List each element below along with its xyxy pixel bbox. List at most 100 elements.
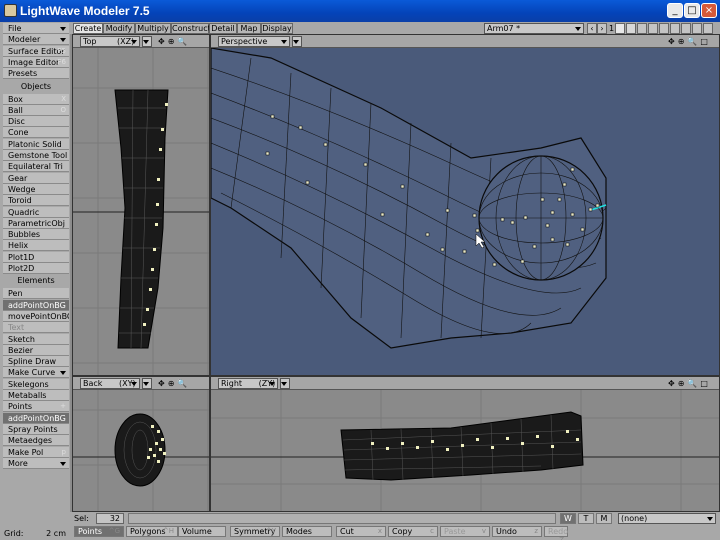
sidebar-item-sketch[interactable]: Sketch <box>3 333 69 345</box>
copy-button[interactable]: Copy c <box>388 526 438 537</box>
viewport-right-nav-icons[interactable]: ✥⊕🔍□ <box>668 379 711 389</box>
sidebar-item-modeler[interactable]: Modeler <box>3 34 69 46</box>
undo-button[interactable]: Undo z <box>492 526 542 537</box>
title-bar[interactable]: LightWave Modeler 7.5 <box>0 0 720 22</box>
sidebar-item-presets[interactable]: Presets <box>3 68 69 80</box>
tab-construct[interactable]: Construct <box>171 23 211 34</box>
layer-slot-4[interactable] <box>648 23 658 34</box>
sidebar-item-addpointonbg[interactable]: addPointOnBG <box>3 299 69 311</box>
sidebar-item-skelegons[interactable]: Skelegons <box>3 378 69 390</box>
cut-button[interactable]: Cut x <box>336 526 386 537</box>
sidebar-item-make-pol[interactable]: Make Pol p <box>3 446 69 458</box>
layer-dropdown[interactable]: Arm07 * <box>484 23 584 34</box>
viewport-top-view-dropdown[interactable]: Top (XZ) <box>80 36 140 47</box>
layer-slot-8[interactable] <box>692 23 702 34</box>
wireframe-toggle[interactable]: W <box>560 513 576 524</box>
sidebar-item-text[interactable]: Text <box>3 322 69 334</box>
viewport-right-view-dropdown[interactable]: Right (ZY) <box>218 378 278 389</box>
sidebar-item-bezier[interactable]: Bezier <box>3 344 69 356</box>
sidebar-item-spline-draw[interactable]: Spline Draw <box>3 356 69 368</box>
prev-layer-icon[interactable]: ‹ <box>587 23 597 34</box>
layer-slot-3[interactable] <box>637 23 647 34</box>
viewport-perspective-mode-dropdown[interactable] <box>292 36 302 47</box>
sidebar-item-pen[interactable]: Pen <box>3 288 69 300</box>
viewport-perspective-canvas[interactable] <box>211 48 720 376</box>
tab-multiply[interactable]: Multiply <box>135 23 171 34</box>
viewport-right-mode-dropdown[interactable] <box>280 378 290 389</box>
viewport-perspective[interactable] <box>210 34 720 376</box>
sidebar-item-metaballs[interactable]: Metaballs <box>3 390 69 401</box>
viewport-top[interactable] <box>72 34 210 376</box>
sidebar-item-wedge[interactable]: Wedge <box>3 183 69 195</box>
minimize-icon[interactable]: _ <box>667 3 683 18</box>
next-layer-icon[interactable]: › <box>597 23 607 34</box>
viewport-top-mode-dropdown[interactable] <box>142 36 152 47</box>
viewport-back-canvas[interactable] <box>73 390 210 512</box>
button-label: Paste <box>444 527 466 536</box>
viewport-perspective-nav-icons[interactable]: ✥⊕🔍□ <box>668 37 711 47</box>
viewport-back[interactable] <box>72 376 210 512</box>
layer-name: Arm07 * <box>487 24 521 33</box>
sidebar-item-label: Plot1D <box>8 252 35 262</box>
sidebar-item-spray-points[interactable]: Spray Points <box>3 423 69 435</box>
hotkey-hint: Z <box>559 536 564 540</box>
viewport-perspective-view-dropdown[interactable]: Perspective <box>218 36 290 47</box>
layer-slot-5[interactable] <box>659 23 669 34</box>
sidebar-item-surface-editor[interactable]: Surface Editor F5 <box>3 45 69 57</box>
material-toggle[interactable]: M <box>596 513 612 524</box>
paste-button[interactable]: Paste v <box>440 526 490 537</box>
tab-map[interactable]: Map <box>237 23 261 34</box>
sidebar-item-file[interactable]: File <box>3 23 69 34</box>
texture-toggle[interactable]: T <box>578 513 594 524</box>
viewport-right-canvas[interactable] <box>211 390 720 512</box>
sidebar-item-metaedges[interactable]: Metaedges <box>3 435 69 447</box>
sidebar-item-gear[interactable]: Gear <box>3 172 69 184</box>
sidebar-item-make-curve[interactable]: Make Curve <box>3 367 69 379</box>
sidebar-item-bubbles[interactable]: Bubbles <box>3 229 69 241</box>
volume-button[interactable]: Volume <box>178 526 226 537</box>
points-button[interactable]: Points ^G <box>74 526 124 537</box>
viewport-top-nav-icons[interactable]: ✥⊕🔍 <box>158 37 190 47</box>
tab-modify[interactable]: Modify <box>103 23 135 34</box>
viewport-back-mode-dropdown[interactable] <box>142 378 152 389</box>
sidebar-item-plot1d[interactable]: Plot1D <box>3 251 69 263</box>
sidebar-item-quadric[interactable]: Quadric <box>3 206 69 218</box>
sidebar-item-image-editor[interactable]: Image Editor F6 <box>3 56 69 68</box>
tab-display[interactable]: Display <box>261 23 293 34</box>
polygons-button[interactable]: Polygons ^H <box>126 526 178 537</box>
layer-slot-9[interactable] <box>703 23 713 34</box>
sidebar-item-disc[interactable]: Disc <box>3 116 69 128</box>
layer-slot-6[interactable] <box>670 23 680 34</box>
sidebar-item-ball[interactable]: Ball O <box>3 104 69 116</box>
layer-fg-slot[interactable] <box>615 23 625 34</box>
sidebar-item-helix[interactable]: Helix <box>3 240 69 252</box>
tab-create[interactable]: Create <box>73 23 103 34</box>
layer-slot-7[interactable] <box>681 23 691 34</box>
close-icon[interactable]: × <box>701 3 717 18</box>
redo-button[interactable]: Redo Z <box>544 526 568 540</box>
tab-detail[interactable]: Detail <box>209 23 237 34</box>
sidebar-item-parametricobj[interactable]: ParametricObj <box>3 217 69 229</box>
symmetry-button[interactable]: Symmetry ^Y <box>230 526 280 537</box>
sidebar-item-platonic-solid[interactable]: Platonic Solid <box>3 138 69 150</box>
maximize-icon[interactable]: □ <box>684 3 700 18</box>
viewport-top-canvas[interactable] <box>73 48 210 376</box>
layer-slot-2[interactable] <box>626 23 636 34</box>
sidebar-item-movepointonbg[interactable]: movePointOnBG <box>3 310 69 322</box>
viewport-right[interactable] <box>210 376 720 512</box>
modes-button[interactable]: Modes <box>282 526 332 537</box>
sidebar-item-more[interactable]: More <box>3 457 69 469</box>
sidebar-item-box[interactable]: Box X <box>3 93 69 105</box>
surface-dropdown[interactable]: (none) <box>618 513 716 524</box>
hotkey-hint: + <box>60 402 66 411</box>
sidebar-item-equilateral-tri[interactable]: Equilateral Tri <box>3 161 69 173</box>
sidebar-item-plot2d[interactable]: Plot2D <box>3 263 69 274</box>
sidebar-item-points[interactable]: Points + <box>3 401 69 413</box>
sidebar-item-label: addPointOnBG <box>8 413 66 423</box>
sidebar-item-toroid[interactable]: Toroid <box>3 195 69 207</box>
viewport-back-view-dropdown[interactable]: Back (XY) <box>80 378 140 389</box>
sidebar-item-gemstone-tool[interactable]: Gemstone Tool <box>3 150 69 161</box>
sidebar-item-addpointonbg[interactable]: addPointOnBG <box>3 412 69 424</box>
sidebar-item-cone[interactable]: Cone <box>3 127 69 139</box>
viewport-back-nav-icons[interactable]: ✥⊕🔍 <box>158 379 190 389</box>
